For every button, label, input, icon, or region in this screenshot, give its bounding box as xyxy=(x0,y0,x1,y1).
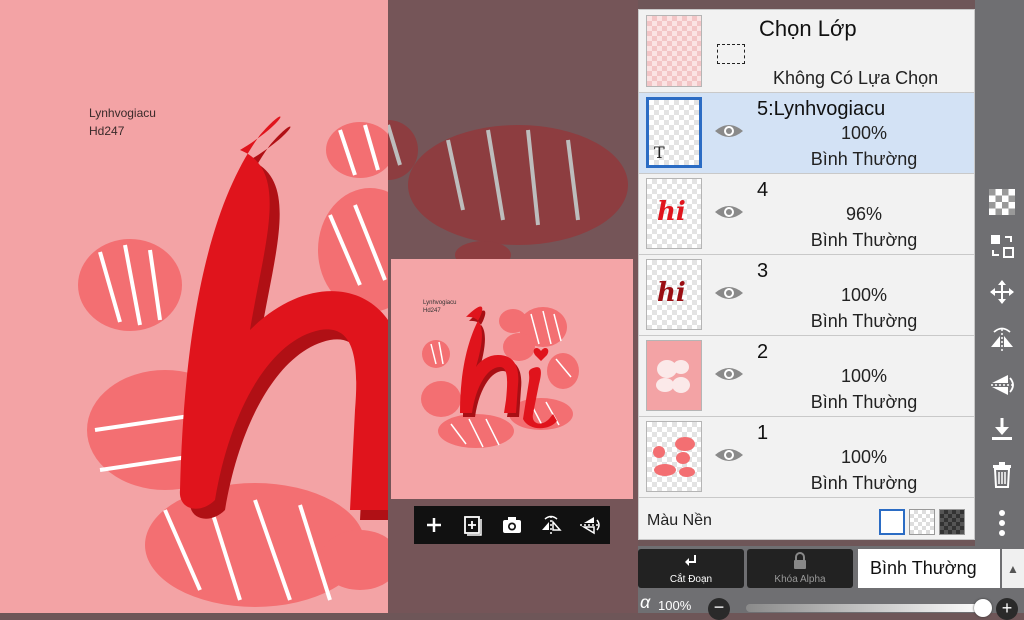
canvas-artwork xyxy=(78,116,388,607)
preview-signature-line1: Lynhvogiacu xyxy=(423,300,457,306)
layer-thumb-text: hi xyxy=(657,197,686,227)
bg-dark-swatch[interactable] xyxy=(939,509,965,535)
layer-thumb-art xyxy=(656,360,690,393)
layer-name: 5:Lynhvogiacu xyxy=(757,98,886,120)
layer-name: 2 xyxy=(757,341,769,363)
swap-layers-icon[interactable] xyxy=(983,229,1021,263)
layer-thumb-art xyxy=(653,437,695,477)
layer-row-2[interactable]: 2 100% Bình Thường xyxy=(639,336,974,417)
layer-panel: Chọn Lớp Không Có Lựa Chọn T 5:Lynhvogia… xyxy=(638,9,975,540)
flip-horizontal-icon[interactable] xyxy=(537,511,565,539)
marquee-icon xyxy=(717,44,745,64)
alpha-lock-button[interactable]: Khóa Alpha xyxy=(747,549,853,588)
clip-label: Cắt Đoạn xyxy=(669,574,713,585)
layer-row-1[interactable]: 1 100% Bình Thường xyxy=(639,417,974,498)
flip-horizontal-icon[interactable] xyxy=(983,322,1021,356)
layer-thumbnail: hi xyxy=(646,259,702,330)
text-layer-icon: T xyxy=(654,143,665,162)
layer-row-4[interactable]: hi 4 96% Bình Thường xyxy=(639,174,974,255)
trash-icon[interactable] xyxy=(983,458,1021,492)
opacity-slider-track[interactable] xyxy=(746,604,986,612)
visibility-eye-icon[interactable] xyxy=(713,445,745,465)
signature-line2: Hd247 xyxy=(89,124,125,138)
layer-opacity: 100% xyxy=(840,123,888,143)
selection-layer-row[interactable]: Chọn Lớp Không Có Lựa Chọn xyxy=(639,10,974,93)
layer-name: 1 xyxy=(757,422,769,444)
clip-button[interactable]: Cắt Đoạn xyxy=(638,549,744,588)
alpha-value: 100% xyxy=(658,598,692,613)
layer-row-3[interactable]: hi 3 100% Bình Thường xyxy=(639,255,974,336)
visibility-eye-icon[interactable] xyxy=(713,202,745,222)
preview-signature-line2: Hd247 xyxy=(423,308,441,314)
more-options-icon[interactable] xyxy=(983,506,1021,540)
opacity-slider-row: α 100% − + xyxy=(638,592,1024,620)
camera-icon[interactable] xyxy=(498,511,526,539)
background-color-label: Màu Nền xyxy=(647,512,712,529)
layer-thumbnail xyxy=(646,340,702,411)
layer-name: 3 xyxy=(757,260,769,282)
increase-opacity-button[interactable]: + xyxy=(996,598,1018,620)
add-layer-image-icon[interactable] xyxy=(459,511,487,539)
flip-vertical-icon[interactable] xyxy=(576,511,604,539)
layer-blend-mode: Bình Thường xyxy=(810,230,918,250)
move-icon[interactable] xyxy=(983,275,1021,309)
layer-opacity: 100% xyxy=(840,366,888,386)
bg-white-swatch[interactable] xyxy=(879,509,905,535)
visibility-eye-icon[interactable] xyxy=(713,121,745,141)
opacity-slider-knob[interactable] xyxy=(974,599,992,617)
blend-mode-select[interactable]: Bình Thường xyxy=(858,549,1000,588)
decrease-opacity-button[interactable]: − xyxy=(708,598,730,620)
lock-icon xyxy=(794,552,806,569)
layer-name: 4 xyxy=(757,179,769,201)
merge-down-icon[interactable] xyxy=(983,412,1021,446)
checker-icon[interactable] xyxy=(983,185,1021,219)
alpha-symbol: α xyxy=(640,592,651,612)
bg-transparent-swatch[interactable] xyxy=(909,509,935,535)
layer-thumbnail xyxy=(646,421,702,492)
layer-blend-mode: Bình Thường xyxy=(810,149,918,169)
layer-blend-mode: Bình Thường xyxy=(810,392,918,412)
layer-blend-mode: Bình Thường xyxy=(810,473,918,493)
alpha-lock-label: Khóa Alpha xyxy=(774,574,826,585)
layer-opacity: 100% xyxy=(840,285,888,305)
selection-title: Chọn Lớp xyxy=(759,16,857,41)
visibility-eye-icon[interactable] xyxy=(713,364,745,384)
layer-thumbnail: hi xyxy=(646,178,702,249)
clip-arrow-icon xyxy=(685,555,696,566)
selection-thumbnail xyxy=(646,15,702,87)
layer-opacity: 100% xyxy=(840,447,888,467)
flip-vertical-icon[interactable] xyxy=(983,368,1021,402)
layer-blend-mode: Bình Thường xyxy=(810,311,918,331)
canvas-area[interactable]: Lynhvogiacu Hd247 xyxy=(0,0,388,613)
chevron-up-icon[interactable]: ▲ xyxy=(1002,549,1024,588)
layer-row-5[interactable]: T 5:Lynhvogiacu 100% Bình Thường xyxy=(639,93,974,174)
navigator-preview[interactable]: Lynhvogiacu Hd247 xyxy=(391,259,633,499)
layer-bottom-bar: Cắt Đoạn Khóa Alpha Bình Thường ▲ α 100%… xyxy=(638,546,1024,620)
background-color-row: Màu Nền xyxy=(639,504,974,540)
signature-line1: Lynhvogiacu xyxy=(89,106,156,120)
preview-artwork xyxy=(421,306,579,448)
selection-subtitle: Không Có Lựa Chọn xyxy=(773,68,939,88)
preview-signature: Lynhvogiacu Hd247 xyxy=(423,299,456,315)
add-icon[interactable] xyxy=(420,511,448,539)
visibility-eye-icon[interactable] xyxy=(713,283,745,303)
preview-toolbar xyxy=(414,506,610,544)
layer-thumb-text: hi xyxy=(657,278,686,308)
layer-opacity: 96% xyxy=(845,204,883,224)
layer-thumbnail: T xyxy=(646,97,702,168)
